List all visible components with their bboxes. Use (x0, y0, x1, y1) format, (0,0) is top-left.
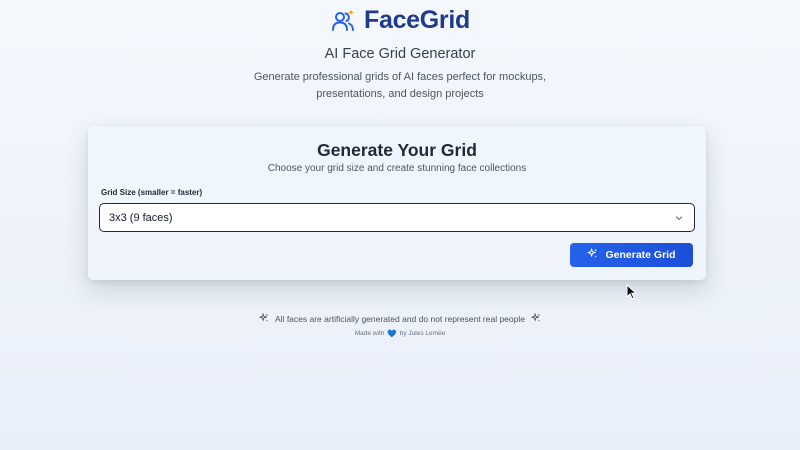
disclaimer: All faces are artificially generated and… (0, 313, 800, 325)
mouse-cursor-icon (626, 283, 638, 300)
generate-card: Generate Your Grid Choose your grid size… (88, 126, 706, 280)
page-subtitle: AI Face Grid Generator (324, 46, 476, 62)
made-with-author: by Jules Lemée (399, 330, 446, 337)
chevron-down-icon (674, 213, 684, 223)
grid-size-label: Grid Size (smaller = faster) (101, 188, 203, 197)
disclaimer-text: All faces are artificially generated and… (275, 314, 525, 324)
sparkles-icon (531, 313, 541, 325)
sparkles-icon (259, 313, 269, 325)
users-sparkle-icon (330, 8, 356, 34)
generate-grid-button[interactable]: Generate Grid (570, 243, 693, 267)
made-with-credit: Made with 💙 by Jules Lemée (0, 329, 800, 338)
card-title: Generate Your Grid (317, 140, 477, 160)
brand: FaceGrid (0, 6, 800, 35)
sparkles-icon (587, 248, 598, 262)
card-subtitle: Choose your grid size and create stunnin… (267, 163, 527, 174)
page-description: Generate professional grids of AI faces … (253, 71, 547, 100)
heart-icon: 💙 (387, 329, 397, 338)
grid-size-select[interactable]: 3x3 (9 faces) (99, 203, 695, 232)
brand-name: FaceGrid (364, 6, 470, 34)
page: FaceGrid AI Face Grid Generator Generate… (0, 0, 800, 450)
grid-size-value: 3x3 (9 faces) (109, 211, 173, 224)
made-with-prefix: Made with (354, 330, 385, 337)
generate-grid-label: Generate Grid (605, 249, 676, 261)
